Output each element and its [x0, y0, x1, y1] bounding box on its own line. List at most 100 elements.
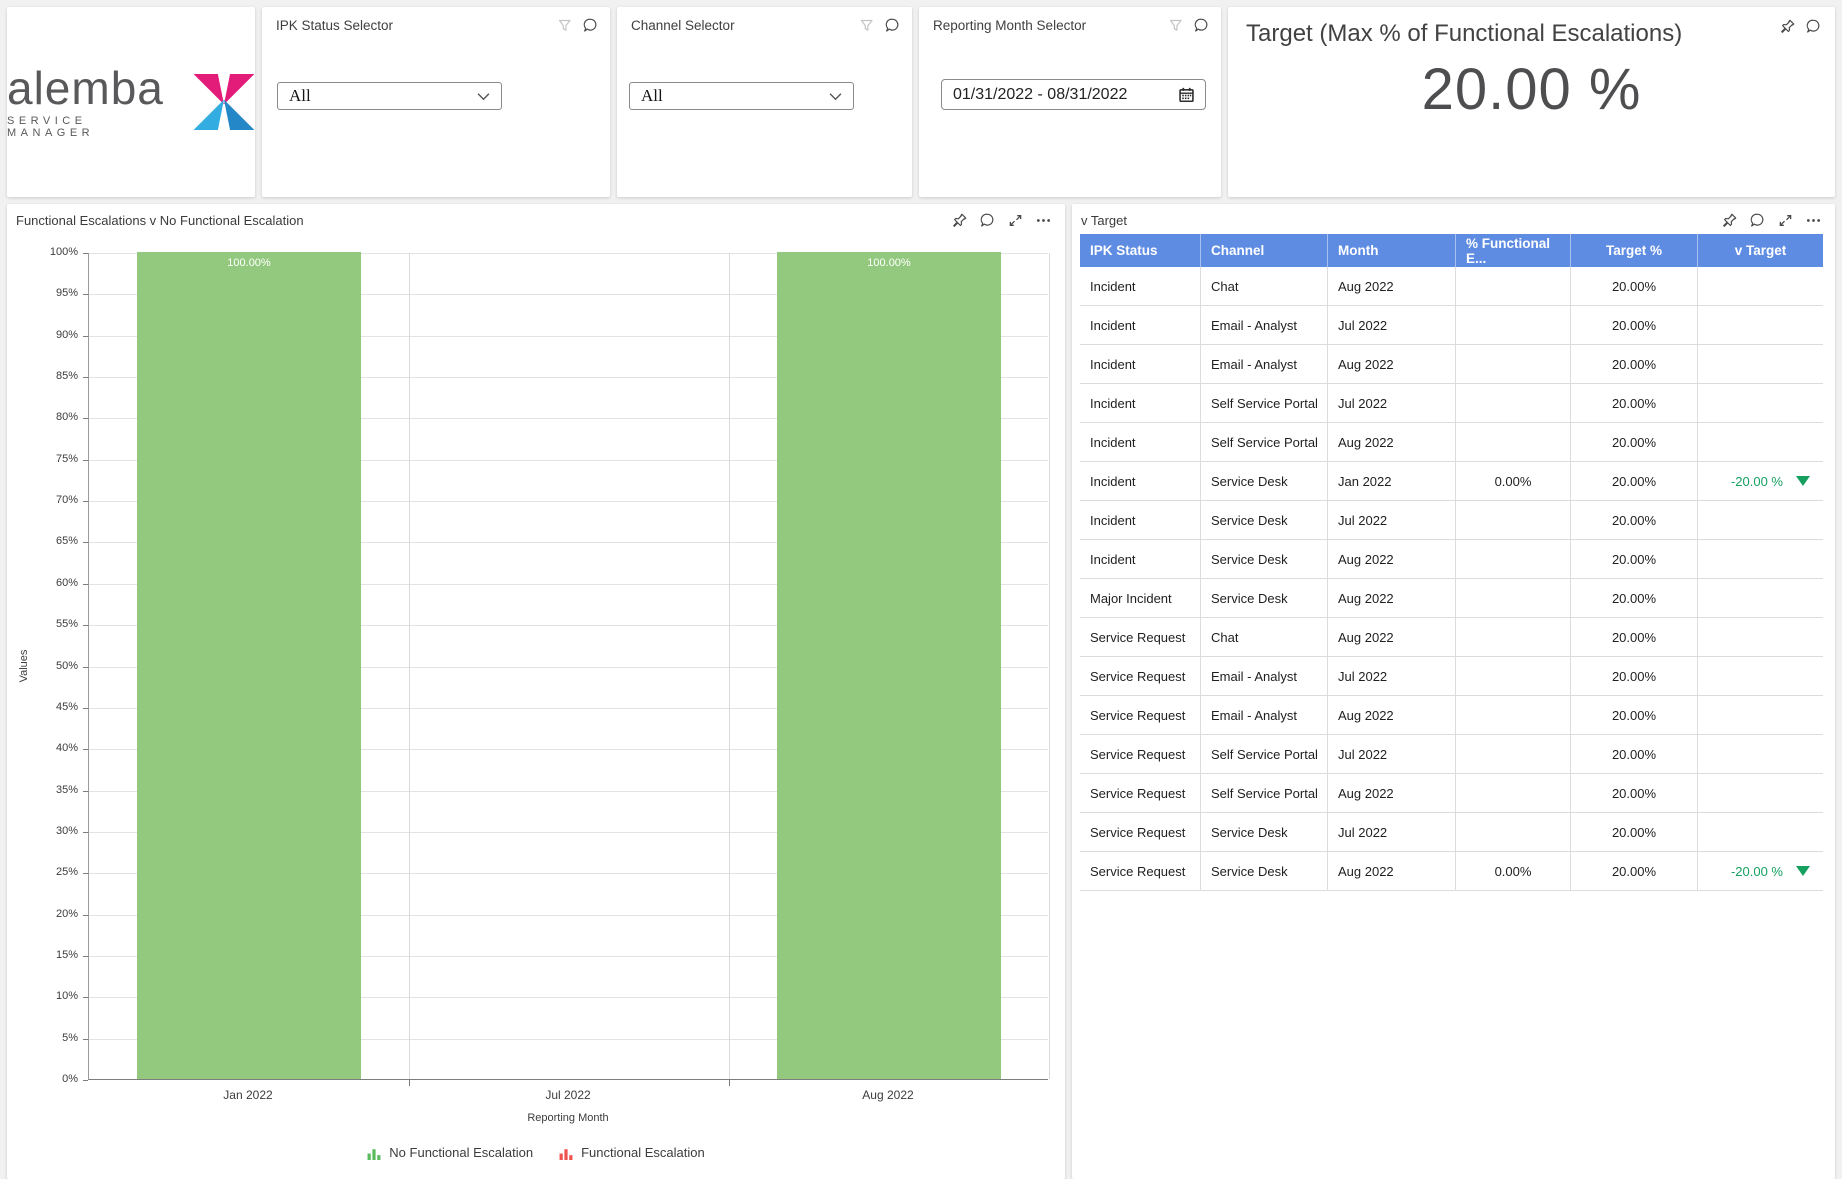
table-row[interactable]: Major IncidentService DeskAug 202220.00%: [1080, 579, 1823, 618]
table-row[interactable]: Service RequestChatAug 202220.00%: [1080, 618, 1823, 657]
cell-pct_fe: [1456, 735, 1571, 773]
calendar-icon[interactable]: [1179, 87, 1194, 102]
legend-item-no-functional-escalation[interactable]: No Functional Escalation: [367, 1145, 533, 1160]
channel-select[interactable]: All: [629, 82, 854, 110]
cell-channel: Service Desk: [1201, 852, 1328, 890]
cell-ipk: Incident: [1080, 501, 1201, 539]
table-row[interactable]: Service RequestSelf Service PortalJul 20…: [1080, 735, 1823, 774]
y-tick-label: 95%: [56, 287, 78, 299]
reporting-month-date-range-input[interactable]: 01/31/2022 - 08/31/2022: [941, 79, 1206, 110]
y-tick-label: 45%: [56, 701, 78, 713]
cell-month: Aug 2022: [1328, 345, 1456, 383]
y-tick-label: 30%: [56, 825, 78, 837]
table-row[interactable]: IncidentSelf Service PortalJul 202220.00…: [1080, 384, 1823, 423]
column-header-target[interactable]: Target %: [1571, 234, 1698, 267]
pin-icon[interactable]: [1722, 213, 1737, 228]
cell-ipk: Major Incident: [1080, 579, 1201, 617]
cell-target: 20.00%: [1571, 462, 1698, 500]
table-row[interactable]: IncidentService DeskAug 202220.00%: [1080, 540, 1823, 579]
y-tick-label: 85%: [56, 370, 78, 382]
comment-icon[interactable]: [1194, 18, 1209, 33]
expand-icon[interactable]: [1778, 213, 1793, 228]
table-body: IncidentChatAug 202220.00%IncidentEmail …: [1080, 267, 1823, 891]
pin-icon[interactable]: [952, 213, 967, 228]
top-filter-row: alemba SERVICE MANAGER IPK Status Select…: [7, 7, 1835, 197]
bar-value-label: 100.00%: [777, 257, 1001, 269]
cell-ipk: Incident: [1080, 540, 1201, 578]
filter-icon[interactable]: [1169, 19, 1183, 33]
cell-month: Jul 2022: [1328, 501, 1456, 539]
alemba-logo: alemba SERVICE MANAGER: [7, 7, 255, 197]
channel-select-value: All: [641, 86, 663, 106]
expand-icon[interactable]: [1008, 213, 1023, 228]
cell-ipk: Service Request: [1080, 657, 1201, 695]
comment-icon[interactable]: [583, 18, 598, 33]
legend-item-functional-escalation[interactable]: Functional Escalation: [559, 1145, 705, 1160]
content-row: Functional Escalations v No Functional E…: [7, 204, 1835, 1179]
table-row[interactable]: IncidentService DeskJul 202220.00%: [1080, 501, 1823, 540]
table-row[interactable]: IncidentEmail - AnalystJul 202220.00%: [1080, 306, 1823, 345]
table-row[interactable]: Service RequestSelf Service PortalAug 20…: [1080, 774, 1823, 813]
cell-target: 20.00%: [1571, 540, 1698, 578]
v-target-table-panel: v Target IPK StatusChannelMonth% Functio…: [1072, 204, 1835, 1179]
cell-ipk: Service Request: [1080, 618, 1201, 656]
cell-v-target: -20.00 %: [1698, 462, 1823, 500]
column-header-channel[interactable]: Channel: [1201, 234, 1328, 267]
column-header-ipk-status[interactable]: IPK Status: [1080, 234, 1201, 267]
cell-target: 20.00%: [1571, 813, 1698, 851]
cell-pct_fe: [1456, 696, 1571, 734]
table-panel-title: v Target: [1081, 213, 1127, 228]
logo-subtitle-text: SERVICE MANAGER: [7, 115, 181, 139]
table-row[interactable]: Service RequestEmail - AnalystJul 202220…: [1080, 657, 1823, 696]
column-header-v-target[interactable]: v Target: [1698, 234, 1823, 267]
table-row[interactable]: IncidentChatAug 202220.00%: [1080, 267, 1823, 306]
cell-channel: Email - Analyst: [1201, 345, 1328, 383]
comment-icon[interactable]: [980, 213, 995, 228]
table-row[interactable]: IncidentSelf Service PortalAug 202220.00…: [1080, 423, 1823, 462]
cell-channel: Service Desk: [1201, 813, 1328, 851]
cell-v-target: [1698, 267, 1823, 305]
cell-channel: Chat: [1201, 618, 1328, 656]
cell-pct_fe: [1456, 345, 1571, 383]
cell-target: 20.00%: [1571, 345, 1698, 383]
table-row[interactable]: Service RequestService DeskAug 20220.00%…: [1080, 852, 1823, 891]
table-row[interactable]: Service RequestService DeskJul 202220.00…: [1080, 813, 1823, 852]
y-tick-label: 70%: [56, 494, 78, 506]
comment-icon[interactable]: [1750, 213, 1765, 228]
table-row[interactable]: IncidentEmail - AnalystAug 202220.00%: [1080, 345, 1823, 384]
cell-target: 20.00%: [1571, 384, 1698, 422]
column-header-month[interactable]: Month: [1328, 234, 1456, 267]
cell-channel: Service Desk: [1201, 462, 1328, 500]
y-tick-label: 10%: [56, 990, 78, 1002]
table-row[interactable]: IncidentService DeskJan 20220.00%20.00%-…: [1080, 462, 1823, 501]
cell-ipk: Service Request: [1080, 696, 1201, 734]
date-range-value: 01/31/2022 - 08/31/2022: [953, 86, 1127, 104]
filter-icon[interactable]: [558, 19, 572, 33]
bar-no-functional-escalation-aug-2022[interactable]: 100.00%: [777, 252, 1001, 1079]
more-options-icon[interactable]: [1806, 213, 1821, 228]
triangle-down-icon: [1796, 866, 1810, 876]
ipk-status-select[interactable]: All: [277, 82, 502, 110]
cell-channel: Email - Analyst: [1201, 306, 1328, 344]
channel-selector-card: Channel Selector All: [617, 7, 912, 197]
bar-no-functional-escalation-jan-2022[interactable]: 100.00%: [137, 252, 361, 1079]
more-options-icon[interactable]: [1036, 213, 1051, 228]
cell-month: Jul 2022: [1328, 306, 1456, 344]
pin-icon[interactable]: [1780, 19, 1795, 34]
column-header--functional-e[interactable]: % Functional E...: [1456, 234, 1571, 267]
cell-month: Aug 2022: [1328, 618, 1456, 656]
table-row[interactable]: Service RequestEmail - AnalystAug 202220…: [1080, 696, 1823, 735]
cell-target: 20.00%: [1571, 423, 1698, 461]
reporting-month-selector-title: Reporting Month Selector: [933, 18, 1086, 33]
cell-channel: Email - Analyst: [1201, 657, 1328, 695]
x-tick-label: Aug 2022: [828, 1088, 948, 1102]
filter-icon[interactable]: [860, 19, 874, 33]
reporting-month-selector-card: Reporting Month Selector 01/31/2022 - 08…: [919, 7, 1221, 197]
y-tick-label: 15%: [56, 949, 78, 961]
comment-icon[interactable]: [1806, 19, 1821, 34]
cell-target: 20.00%: [1571, 501, 1698, 539]
cell-v-target: [1698, 306, 1823, 344]
cell-ipk: Incident: [1080, 384, 1201, 422]
chart-plot-area: 100.00% 100.00%: [88, 253, 1048, 1080]
comment-icon[interactable]: [885, 18, 900, 33]
